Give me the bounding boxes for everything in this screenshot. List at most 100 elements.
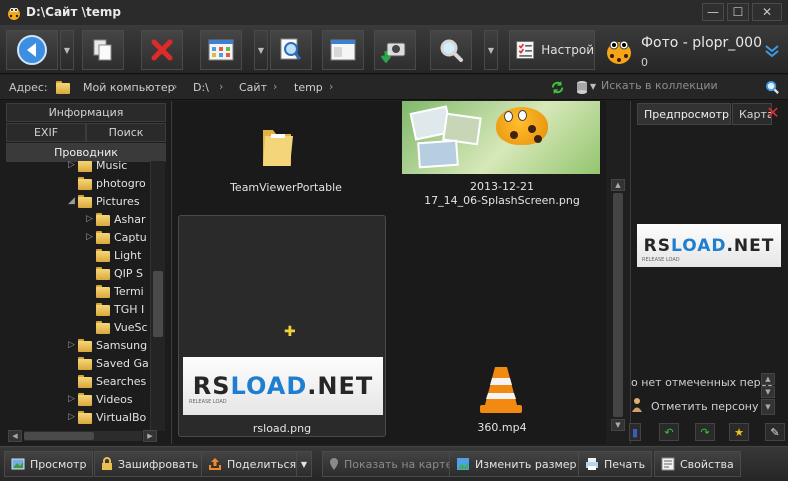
database-icon[interactable] bbox=[576, 80, 588, 95]
expand-arrow-icon[interactable]: ▷ bbox=[86, 214, 96, 224]
lock-icon bbox=[101, 457, 113, 471]
print-button[interactable]: Печать bbox=[578, 451, 653, 477]
share-button[interactable]: Поделиться bbox=[201, 451, 304, 477]
tree-item[interactable]: Saved Ga bbox=[68, 354, 149, 372]
breadcrumb-my-computer[interactable]: Мой компьютер bbox=[83, 81, 175, 94]
file-view-scrollbar[interactable]: ▲ ▼ bbox=[606, 101, 630, 444]
encrypt-button[interactable]: Зашифровать bbox=[94, 451, 206, 477]
import-camera-button[interactable] bbox=[374, 30, 416, 70]
expand-arrow-icon[interactable]: ▷ bbox=[68, 394, 78, 404]
splash-thumbnail[interactable] bbox=[402, 101, 600, 174]
breadcrumb-separator-icon[interactable]: › bbox=[329, 80, 333, 93]
back-dropdown[interactable]: ▼ bbox=[60, 30, 74, 70]
breadcrumb-separator-icon[interactable]: › bbox=[273, 80, 277, 93]
view-mode-dropdown[interactable]: ▼ bbox=[254, 30, 268, 70]
scroll-up-icon[interactable]: ▲ bbox=[761, 373, 775, 385]
preview-button[interactable]: Просмотр bbox=[4, 451, 94, 477]
tab-search[interactable]: Поиск bbox=[86, 123, 166, 142]
tree-item-label: TGH I bbox=[114, 302, 145, 316]
search-dropdown[interactable]: ▼ bbox=[484, 30, 498, 70]
expand-arrow-icon[interactable]: ▷ bbox=[68, 412, 78, 422]
scrollbar-thumb[interactable] bbox=[24, 432, 94, 440]
rotate-right-icon[interactable]: ↷ bbox=[695, 423, 715, 441]
file-tile[interactable]: 360.mp4 bbox=[402, 215, 602, 437]
file-tile[interactable]: TeamViewerPortable bbox=[186, 101, 386, 211]
folder-icon bbox=[96, 230, 110, 244]
folder-icon bbox=[78, 356, 92, 370]
tree-item[interactable]: Searches bbox=[68, 372, 146, 390]
window-view-button[interactable] bbox=[322, 30, 364, 70]
person-dropdown-icon[interactable]: ▼ bbox=[761, 399, 775, 415]
chevron-double-down-icon[interactable] bbox=[764, 44, 780, 58]
resize-button[interactable]: Изменить размер bbox=[449, 451, 584, 477]
tree-item[interactable]: ▷ Captu bbox=[86, 228, 147, 246]
tree-item[interactable]: ▷ Ashar bbox=[86, 210, 146, 228]
expand-arrow-icon[interactable]: ◢ bbox=[68, 196, 78, 206]
edit-properties-icon[interactable]: ✎ bbox=[765, 423, 785, 441]
scroll-right-icon[interactable]: ▶ bbox=[143, 430, 157, 442]
rotate-left-icon[interactable]: ↶ bbox=[659, 423, 679, 441]
tree-horizontal-scrollbar[interactable] bbox=[24, 431, 142, 441]
breadcrumb-site[interactable]: Сайт bbox=[239, 81, 267, 94]
tree-item[interactable]: ▷ VirtualBo bbox=[68, 408, 146, 426]
breadcrumb-drive[interactable]: D:\ bbox=[193, 81, 209, 94]
file-tile-selected[interactable]: ✚ RSLOAD.NET RELEASE LOAD rsload.png bbox=[178, 215, 386, 437]
scroll-down-icon[interactable]: ▼ bbox=[761, 386, 775, 398]
database-dropdown-icon[interactable]: ▼ bbox=[590, 82, 596, 91]
tree-vertical-scrollbar[interactable] bbox=[150, 161, 165, 431]
scroll-up-icon[interactable]: ▲ bbox=[611, 179, 625, 191]
close-panel-icon[interactable]: ✕ bbox=[765, 105, 781, 121]
magnifier-doc-icon bbox=[280, 38, 302, 60]
tree-item[interactable]: TGH I bbox=[86, 300, 144, 318]
zoom-view-button[interactable] bbox=[270, 30, 312, 70]
tree-item[interactable]: photogro bbox=[68, 174, 146, 192]
scroll-down-icon[interactable]: ▼ bbox=[611, 419, 625, 431]
expand-arrow-icon[interactable]: ▷ bbox=[86, 232, 96, 242]
tree-item-label: Pictures bbox=[96, 194, 140, 208]
facebook-icon[interactable]: ▮ bbox=[629, 423, 641, 441]
breadcrumb-temp[interactable]: temp bbox=[294, 81, 323, 94]
close-button[interactable]: ✕ bbox=[752, 3, 782, 21]
tab-exif[interactable]: EXIF bbox=[6, 123, 86, 142]
paste-button[interactable] bbox=[82, 30, 124, 70]
search-icon[interactable] bbox=[765, 80, 780, 95]
tree-item[interactable]: Light bbox=[86, 246, 141, 264]
tree-item[interactable]: VueSc bbox=[86, 318, 148, 336]
properties-button[interactable]: Свойства bbox=[654, 451, 741, 477]
scroll-left-icon[interactable]: ◀ bbox=[8, 430, 22, 442]
properties-icon bbox=[661, 457, 675, 471]
collection-search-input[interactable]: Искать в коллекции bbox=[601, 79, 761, 96]
back-button[interactable] bbox=[6, 30, 58, 70]
search-button[interactable] bbox=[430, 30, 472, 70]
expand-arrow-icon[interactable]: ▷ bbox=[68, 161, 78, 170]
star-rating-icon[interactable]: ★ bbox=[729, 423, 749, 441]
tree-item[interactable]: Termi bbox=[86, 282, 144, 300]
camera-import-icon bbox=[381, 42, 406, 63]
share-dropdown-icon[interactable]: ▼ bbox=[296, 451, 312, 477]
expand-arrow-icon[interactable]: ▷ bbox=[68, 340, 78, 350]
add-to-selection-icon[interactable]: ✚ bbox=[284, 324, 296, 340]
scrollbar-thumb[interactable] bbox=[153, 271, 163, 337]
view-mode-button[interactable] bbox=[200, 30, 242, 70]
tab-explorer[interactable]: Проводник bbox=[6, 143, 166, 162]
tree-item[interactable]: ▷ Videos bbox=[68, 390, 133, 408]
minimize-button[interactable]: — bbox=[702, 3, 724, 21]
show-on-map-button[interactable]: Показать на карте bbox=[322, 451, 460, 477]
collection-title: Фото - plopr_000 bbox=[641, 35, 762, 51]
folder-icon bbox=[78, 194, 92, 208]
tree-item[interactable]: QIP S bbox=[86, 264, 143, 282]
breadcrumb-separator-icon[interactable]: › bbox=[173, 80, 177, 93]
tab-information[interactable]: Информация bbox=[6, 103, 166, 122]
refresh-icon[interactable] bbox=[550, 80, 565, 95]
tree-item[interactable]: ◢ Pictures bbox=[68, 192, 140, 210]
settings-button[interactable]: Настрой bbox=[509, 30, 595, 70]
delete-button[interactable] bbox=[141, 30, 183, 70]
maximize-button[interactable]: ☐ bbox=[727, 3, 749, 21]
tab-preview[interactable]: Предпросмотр bbox=[637, 103, 731, 125]
tree-item[interactable]: ▷ Samsung bbox=[68, 336, 147, 354]
breadcrumb-separator-icon[interactable]: › bbox=[219, 80, 223, 93]
scrollbar-thumb[interactable] bbox=[613, 193, 623, 417]
tree-item-label: photogro bbox=[96, 176, 146, 190]
mark-person-link[interactable]: Отметить персону bbox=[651, 400, 759, 413]
tree-item[interactable]: ▷ Music bbox=[68, 161, 127, 174]
